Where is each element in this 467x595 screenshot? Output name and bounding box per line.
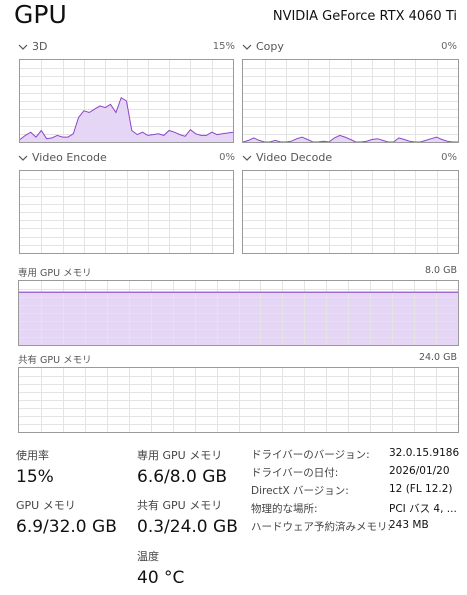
dedicated-memory-graph	[18, 280, 459, 346]
utilization-label: 使用率	[16, 449, 49, 462]
driver-version-key: ドライバーのバージョン:	[251, 449, 370, 461]
engine-video-decode-percent: 0%	[441, 152, 457, 163]
chevron-down-icon	[242, 155, 252, 161]
shared-memory-max: 24.0 GB	[418, 352, 457, 363]
dedicated-memory-max: 8.0 GB	[424, 265, 457, 276]
dedicated-memory-stat-label: 専用 GPU メモリ	[137, 449, 223, 462]
physical-location-value: PCI バス 4, ...	[389, 503, 457, 515]
reserved-memory-value: 243 MB	[389, 519, 429, 531]
gpu-memory-label: GPU メモリ	[16, 499, 76, 512]
chevron-down-icon	[18, 44, 28, 50]
driver-date-value: 2026/01/20	[389, 465, 450, 477]
dedicated-memory-label: 専用 GPU メモリ	[18, 268, 92, 279]
engine-3d-percent: 15%	[212, 41, 235, 52]
directx-version-key: DirectX バージョン:	[251, 485, 349, 497]
reserved-memory-key: ハードウェア予約済みメモリ:	[251, 521, 392, 533]
directx-version-value: 12 (FL 12.2)	[389, 483, 453, 495]
engine-video-encode-label: Video Encode	[32, 151, 107, 164]
chevron-down-icon	[242, 44, 252, 50]
usage-area	[243, 135, 458, 142]
driver-date-key: ドライバーの日付:	[251, 467, 339, 479]
engine-copy-percent: 0%	[441, 41, 457, 52]
engine-3d-header[interactable]: 3D	[18, 40, 47, 53]
temperature-value: 40 °C	[137, 568, 185, 588]
engine-video-decode-label: Video Decode	[256, 151, 333, 164]
page-title: GPU	[14, 0, 67, 29]
engine-3d-graph	[19, 59, 234, 143]
engine-video-encode-graph	[19, 170, 234, 254]
utilization-value: 15%	[16, 467, 54, 487]
engine-3d-label: 3D	[32, 40, 48, 53]
gpu-memory-value: 6.9/32.0 GB	[16, 517, 117, 537]
engine-copy-header[interactable]: Copy	[242, 40, 284, 53]
shared-memory-graph	[18, 367, 459, 433]
chevron-down-icon	[18, 155, 28, 161]
engine-video-encode-percent: 0%	[219, 152, 235, 163]
gpu-device-name: NVIDIA GeForce RTX 4060 Ti	[272, 9, 457, 24]
engine-video-decode-header[interactable]: Video Decode	[242, 151, 332, 164]
engine-video-encode-header[interactable]: Video Encode	[18, 151, 107, 164]
dedicated-memory-stat-value: 6.6/8.0 GB	[137, 467, 228, 487]
physical-location-key: 物理的な場所:	[251, 503, 318, 515]
shared-memory-label: 共有 GPU メモリ	[18, 355, 92, 366]
driver-version-value: 32.0.15.9186	[389, 447, 460, 459]
shared-memory-stat-label: 共有 GPU メモリ	[137, 499, 223, 512]
engine-copy-graph	[242, 59, 459, 143]
engine-video-decode-graph	[242, 170, 459, 254]
engine-copy-label: Copy	[256, 40, 284, 53]
shared-memory-stat-value: 0.3/24.0 GB	[137, 517, 238, 537]
temperature-label: 温度	[137, 550, 159, 563]
